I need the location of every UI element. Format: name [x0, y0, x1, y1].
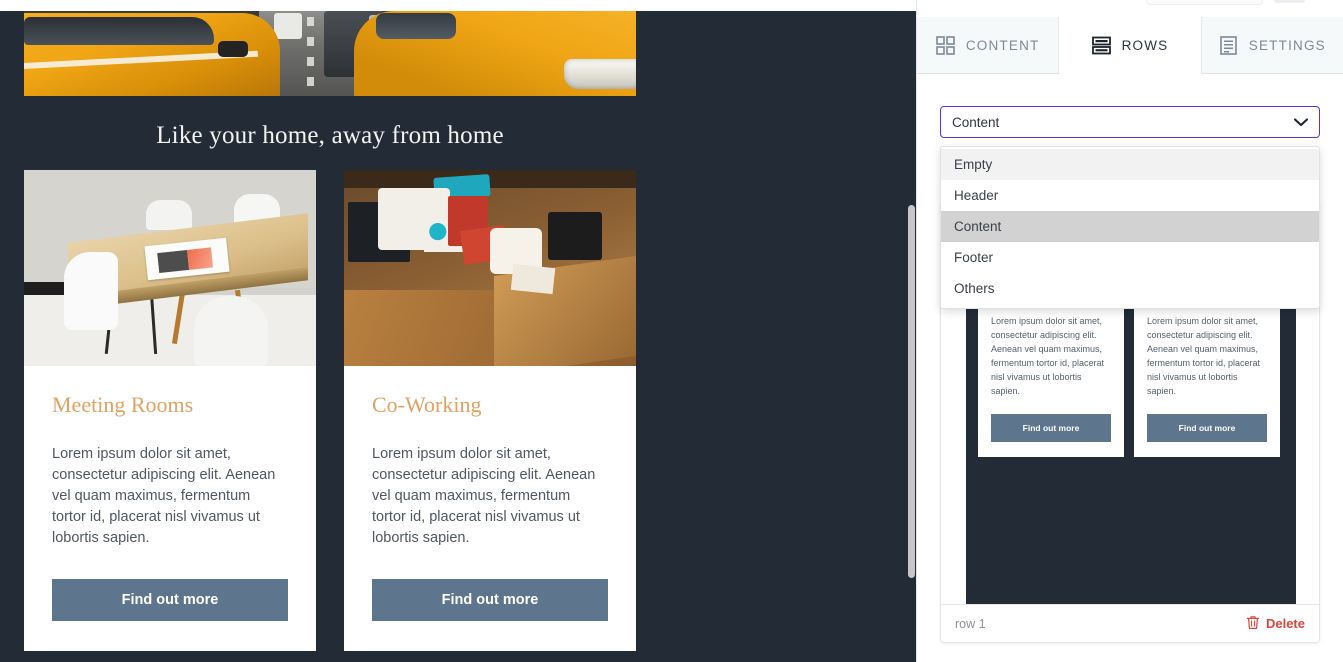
find-out-more-button[interactable]: Find out more	[372, 579, 608, 621]
mini-card-text: Lorem ipsum dolor sit amet, consectetur …	[1147, 316, 1261, 396]
mini-find-out-more-button[interactable]: Find out more	[991, 414, 1111, 442]
dropdown-option-footer[interactable]: Footer	[941, 242, 1319, 273]
mini-find-out-more-button[interactable]: Find out more	[1147, 414, 1267, 442]
dropdown-option-label: Empty	[954, 157, 993, 172]
email-canvas[interactable]: Like your home, away from home Meeting R…	[0, 0, 916, 662]
card-body: Co-Working Lorem ipsum dolor sit amet, c…	[344, 366, 636, 651]
canvas-scrollbar-thumb[interactable]	[908, 205, 915, 578]
card-title: Co-Working	[372, 392, 482, 417]
printed-tshirt	[378, 188, 470, 252]
tab-label: CONTENT	[965, 37, 1040, 53]
tab-content[interactable]: CONTENT	[917, 17, 1060, 73]
taxi-headlight	[564, 59, 636, 89]
dropdown-option-empty[interactable]: Empty	[941, 149, 1319, 180]
trash-icon	[1246, 615, 1260, 633]
feature-card-row: Meeting Rooms Lorem ipsum dolor sit amet…	[24, 170, 636, 651]
card-body: Meeting Rooms Lorem ipsum dolor sit amet…	[24, 366, 316, 651]
row-type-value: Content	[952, 114, 1000, 130]
email-builder-app: Like your home, away from home Meeting R…	[0, 0, 1343, 662]
mini-card-text: Lorem ipsum dolor sit amet, consectetur …	[991, 316, 1105, 396]
feature-card[interactable]: Meeting Rooms Lorem ipsum dolor sit amet…	[24, 170, 316, 651]
tab-rows[interactable]: ROWS	[1059, 17, 1202, 74]
panel-tabs: CONTENT ROWS SETTINGS	[917, 17, 1343, 74]
editor-side-panel: CONTENT ROWS SETTINGS Content Empty Head…	[916, 0, 1343, 662]
find-out-more-button[interactable]: Find out more	[52, 579, 288, 621]
dropdown-option-header[interactable]: Header	[941, 180, 1319, 211]
toolbar-button-partial[interactable]	[1146, 0, 1263, 5]
canvas-body: Like your home, away from home Meeting R…	[0, 11, 916, 662]
dropdown-option-others[interactable]: Others	[941, 273, 1319, 304]
meeting-room-image[interactable]	[24, 170, 316, 366]
taxi-left-body	[24, 13, 280, 96]
document-icon	[1219, 35, 1238, 55]
distant-car-white	[274, 13, 302, 39]
toolbar-button-partial-secondary[interactable]	[1274, 0, 1305, 3]
rows-icon	[1091, 36, 1111, 55]
delete-label: Delete	[1265, 616, 1305, 631]
card-text: Lorem ipsum dolor sit amet, consectetur …	[52, 446, 276, 546]
tab-label: SETTINGS	[1248, 37, 1326, 53]
card-text: Lorem ipsum dolor sit amet, consectetur …	[372, 446, 596, 546]
row-type-select[interactable]: Content	[940, 106, 1320, 138]
chevron-down-icon	[1293, 114, 1309, 131]
vintage-camera	[548, 212, 602, 260]
canvas-scrollbar[interactable]	[906, 11, 916, 662]
chair-front-right	[194, 296, 268, 366]
section-heading: Like your home, away from home	[156, 122, 504, 149]
chair-front-left	[64, 252, 118, 330]
dropdown-option-label: Footer	[954, 250, 994, 265]
canvas-top-gutter	[0, 0, 916, 11]
coworking-desk-image[interactable]	[344, 170, 636, 366]
card-title: Meeting Rooms	[52, 392, 194, 417]
row-footer: row 1 Delete	[941, 604, 1319, 642]
tab-label: ROWS	[1121, 37, 1169, 53]
grid-icon	[936, 35, 955, 55]
dropdown-option-label: Content	[954, 219, 1002, 234]
lane-markings	[307, 17, 314, 96]
delete-row-button[interactable]: Delete	[1246, 615, 1305, 633]
dropdown-option-content[interactable]: Content	[941, 211, 1319, 242]
taxi-left-mirror	[218, 41, 248, 57]
feature-card[interactable]: Co-Working Lorem ipsum dolor sit amet, c…	[344, 170, 636, 651]
taxi-left-window	[24, 17, 214, 45]
dropdown-option-label: Others	[954, 281, 995, 296]
tab-settings[interactable]: SETTINGS	[1201, 17, 1343, 73]
magazine-color-block	[187, 247, 214, 270]
hero-taxi-image[interactable]	[24, 11, 636, 96]
chair-back-left	[146, 200, 192, 230]
taxi-right-window	[376, 13, 456, 39]
row-label: row 1	[955, 616, 986, 631]
panel-top-strip	[917, 0, 1343, 17]
white-object-small	[510, 263, 556, 295]
email-content-column: Like your home, away from home Meeting R…	[24, 11, 636, 662]
dropdown-option-label: Header	[954, 188, 999, 203]
row-type-dropdown[interactable]: Empty Header Content Footer Others	[940, 146, 1320, 309]
magazine-photo	[157, 249, 190, 273]
